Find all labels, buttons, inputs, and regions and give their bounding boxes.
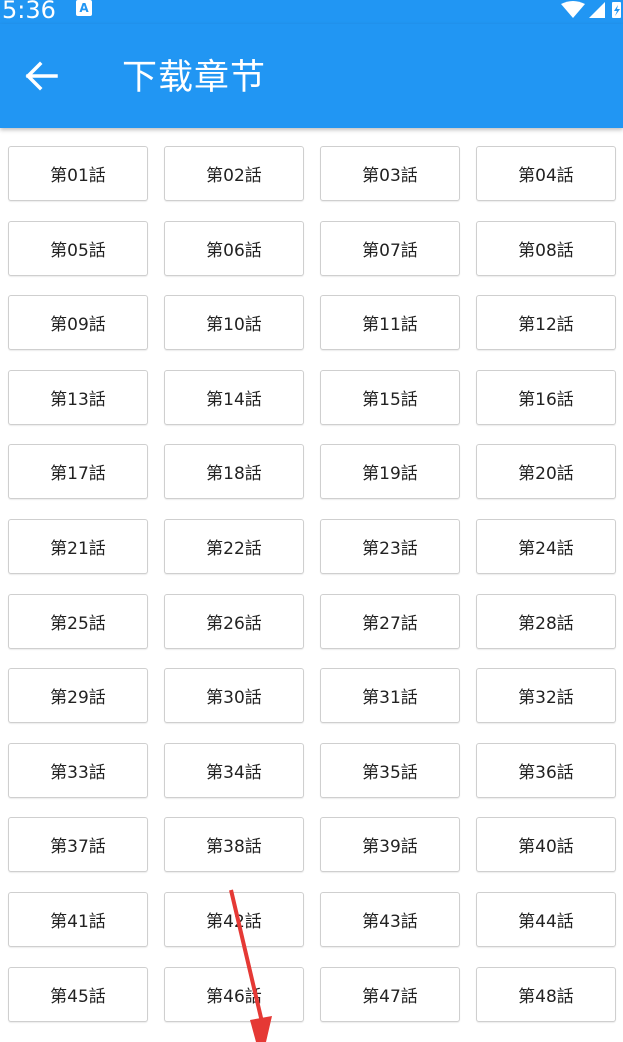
- chapter-button[interactable]: 第11話: [320, 295, 460, 350]
- chapter-button[interactable]: 第09話: [8, 295, 148, 350]
- chapter-button[interactable]: 第23話: [320, 519, 460, 574]
- chapter-button[interactable]: 第03話: [320, 146, 460, 201]
- chapter-button[interactable]: 第18話: [164, 444, 304, 499]
- chapter-button[interactable]: 第39話: [320, 817, 460, 872]
- chapter-button[interactable]: 第16話: [476, 370, 616, 425]
- back-button[interactable]: [14, 48, 70, 104]
- chapter-button[interactable]: 第46話: [164, 967, 304, 1022]
- page-title: 下载章节: [122, 58, 267, 98]
- chapter-button[interactable]: 第08話: [476, 221, 616, 276]
- chapter-button[interactable]: 第41話: [8, 892, 148, 947]
- chapter-button[interactable]: 第47話: [320, 967, 460, 1022]
- chapter-button[interactable]: 第17話: [8, 444, 148, 499]
- chapter-button[interactable]: 第32話: [476, 668, 616, 723]
- chapter-button[interactable]: 第24話: [476, 519, 616, 574]
- chapter-button[interactable]: 第12話: [476, 295, 616, 350]
- chapter-button[interactable]: 第44話: [476, 892, 616, 947]
- chapter-button[interactable]: 第26話: [164, 594, 304, 649]
- chapter-button[interactable]: 第14話: [164, 370, 304, 425]
- status-bar: 5:36 A: [0, 0, 623, 24]
- chapter-button[interactable]: 第05話: [8, 221, 148, 276]
- chapter-grid: 第01話 第02話 第03話 第04話第05話 第06話 第07話 第08話第09話 第10話…: [0, 128, 623, 1042]
- battery-charging-icon: [612, 2, 621, 18]
- chapter-button[interactable]: 第01話: [8, 146, 148, 201]
- chapter-button[interactable]: 第19話: [320, 444, 460, 499]
- status-time: 5:36: [2, 0, 56, 24]
- chapter-button[interactable]: 第40話: [476, 817, 616, 872]
- chapter-button[interactable]: 第34話: [164, 743, 304, 798]
- chapter-button[interactable]: 第13話: [8, 370, 148, 425]
- chapter-button[interactable]: 第06話: [164, 221, 304, 276]
- chapter-button[interactable]: 第25話: [8, 594, 148, 649]
- chapter-button[interactable]: 第38話: [164, 817, 304, 872]
- chapter-button[interactable]: 第27話: [320, 594, 460, 649]
- chapter-button[interactable]: 第10話: [164, 295, 304, 350]
- chapter-button[interactable]: 第07話: [320, 221, 460, 276]
- chapter-button[interactable]: 第35話: [320, 743, 460, 798]
- chapter-button[interactable]: 第30話: [164, 668, 304, 723]
- notification-app-icon: A: [76, 0, 92, 16]
- chapter-button[interactable]: 第15話: [320, 370, 460, 425]
- status-icons: [561, 1, 621, 18]
- chapter-button[interactable]: 第42話: [164, 892, 304, 947]
- chapter-button[interactable]: 第28話: [476, 594, 616, 649]
- chapter-button[interactable]: 第43話: [320, 892, 460, 947]
- chapter-button[interactable]: 第36話: [476, 743, 616, 798]
- chapter-button[interactable]: 第37話: [8, 817, 148, 872]
- chapter-button[interactable]: 第29話: [8, 668, 148, 723]
- chapter-button[interactable]: 第04話: [476, 146, 616, 201]
- chapter-button[interactable]: 第21話: [8, 519, 148, 574]
- chapter-button[interactable]: 第22話: [164, 519, 304, 574]
- chapter-button[interactable]: 第33話: [8, 743, 148, 798]
- app-bar: 下载章节: [0, 24, 623, 128]
- chapter-button[interactable]: 第02話: [164, 146, 304, 201]
- cell-signal-icon: [589, 2, 605, 18]
- chapter-button[interactable]: 第45話: [8, 967, 148, 1022]
- chapter-button[interactable]: 第48話: [476, 967, 616, 1022]
- chapter-button[interactable]: 第20話: [476, 444, 616, 499]
- arrow-left-icon: [25, 61, 58, 91]
- chapter-button[interactable]: 第31話: [320, 668, 460, 723]
- wifi-icon: [561, 1, 585, 18]
